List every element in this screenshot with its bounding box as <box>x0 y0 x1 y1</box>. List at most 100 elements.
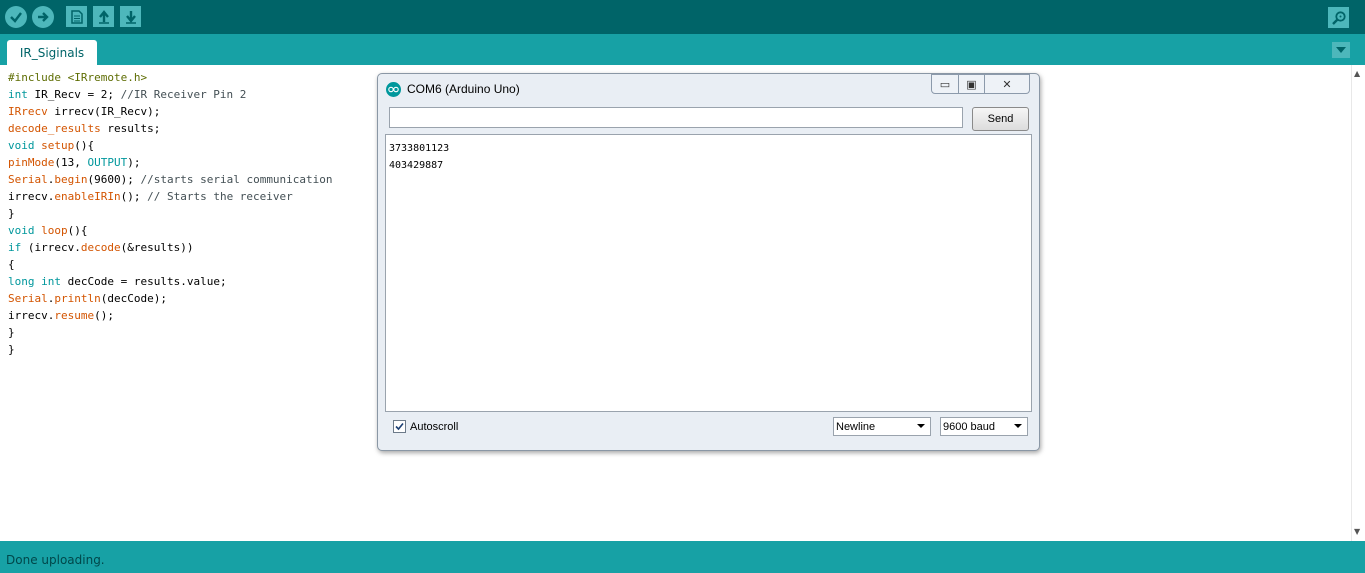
code-line: #include <IRremote.h> <box>8 69 333 86</box>
code-line: } <box>8 205 333 222</box>
code-token: void <box>8 224 35 237</box>
code-token: loop <box>41 224 68 237</box>
code-token: decCode = results.value; <box>61 275 227 288</box>
code-token: if <box>8 241 22 254</box>
serial-send-input[interactable] <box>389 107 963 128</box>
window-controls: ▭ ▣ ✕ <box>931 74 1032 94</box>
checkbox-checked-icon[interactable] <box>393 420 406 433</box>
code-token: (&results)) <box>120 241 194 254</box>
serial-output-lines: 3733801123 403429887 <box>389 140 449 174</box>
code-token: IR_Recv = 2; <box>27 88 121 101</box>
code-line: irrecv.enableIRIn(); // Starts the recei… <box>8 188 333 205</box>
code-token: enableIRIn <box>54 190 121 203</box>
code-token: results; <box>100 122 161 135</box>
serial-output-area[interactable]: 3733801123 403429887 <box>385 134 1032 412</box>
code-token: OUTPUT <box>87 156 128 169</box>
close-button[interactable]: ✕ <box>985 74 1030 94</box>
autoscroll-checkbox[interactable]: Autoscroll <box>393 420 458 433</box>
code-token: setup <box>41 139 75 152</box>
scroll-down-arrow-icon[interactable]: ▼ <box>1354 527 1360 536</box>
code-line: if (irrecv.decode(&results)) <box>8 239 333 256</box>
code-token: decode <box>80 241 121 254</box>
tab-ir-siginals[interactable]: IR_Siginals <box>7 40 97 65</box>
code-token: } <box>8 343 15 356</box>
new-file-icon <box>70 9 83 24</box>
code-token: (irrecv. <box>21 241 81 254</box>
code-token: #include <IRremote.h> <box>8 71 148 84</box>
code-line: pinMode(13, OUTPUT); <box>8 154 333 171</box>
code-line: irrecv.resume(); <box>8 307 333 324</box>
code-token: (9600); <box>87 173 141 186</box>
code-line: Serial.println(decCode); <box>8 290 333 307</box>
code-line: IRrecv irrecv(IR_Recv); <box>8 103 333 120</box>
maximize-icon: ▣ <box>966 77 977 91</box>
upload-button[interactable] <box>32 6 54 28</box>
new-sketch-button[interactable] <box>66 6 87 27</box>
chevron-down-icon <box>1336 47 1346 53</box>
code-token: (){ <box>74 139 95 152</box>
baud-rate-select[interactable]: 9600 baud <box>940 417 1028 436</box>
code-token: (13, <box>54 156 88 169</box>
line-ending-value: Newline <box>836 420 876 433</box>
code-token: Serial <box>8 173 48 186</box>
code-token: //starts serial communication <box>140 173 333 186</box>
status-bar: Done uploading. <box>0 541 1365 573</box>
autoscroll-label: Autoscroll <box>410 420 459 433</box>
code-token: Serial <box>8 292 48 305</box>
code-token: ); <box>127 156 141 169</box>
toolbar <box>0 0 1365 34</box>
code-line: void setup(){ <box>8 137 333 154</box>
code-text: #include <IRremote.h> int IR_Recv = 2; //… <box>8 69 333 358</box>
dropdown-arrow-icon <box>1014 424 1022 428</box>
code-line: { <box>8 256 333 273</box>
code-token: long <box>8 275 35 288</box>
code-token: irrecv(IR_Recv); <box>47 105 161 118</box>
code-token: (decCode); <box>100 292 167 305</box>
serial-monitor-window: COM6 (Arduino Uno) ▭ ▣ ✕ Send 3733801123… <box>377 73 1040 451</box>
code-token: (){ <box>67 224 88 237</box>
code-token: (); <box>120 190 148 203</box>
code-token: // Starts the receiver <box>147 190 293 203</box>
code-token: (); <box>94 309 114 322</box>
code-line: void loop(){ <box>8 222 333 239</box>
serial-output-line: 403429887 <box>389 160 444 171</box>
maximize-button[interactable]: ▣ <box>959 74 985 94</box>
arrow-down-icon <box>125 10 136 24</box>
arrow-up-icon <box>98 9 109 24</box>
status-message: Done uploading. <box>6 553 105 567</box>
code-token: int <box>41 275 61 288</box>
code-token: irrecv. <box>8 190 55 203</box>
send-button[interactable]: Send <box>972 107 1029 131</box>
arduino-logo-icon <box>386 81 401 97</box>
tab-bar: IR_Siginals <box>0 34 1365 65</box>
magnifier-icon <box>1331 10 1346 25</box>
code-token: //IR Receiver Pin 2 <box>120 88 247 101</box>
code-line: decode_results results; <box>8 120 333 137</box>
window-title-bar: COM6 (Arduino Uno) <box>386 80 520 98</box>
code-line: Serial.begin(9600); //starts serial comm… <box>8 171 333 188</box>
scroll-up-arrow-icon[interactable]: ▲ <box>1354 69 1360 78</box>
code-token: resume <box>54 309 95 322</box>
code-token: int <box>8 88 28 101</box>
open-button[interactable] <box>93 6 114 27</box>
close-icon: ✕ <box>1002 77 1012 91</box>
code-line: long int decCode = results.value; <box>8 273 333 290</box>
code-token: } <box>8 326 15 339</box>
verify-button[interactable] <box>5 6 27 28</box>
code-line: int IR_Recv = 2; //IR Receiver Pin 2 <box>8 86 333 103</box>
code-token: pinMode <box>8 156 55 169</box>
minimize-icon: ▭ <box>939 77 951 91</box>
baud-rate-value: 9600 baud <box>943 420 995 433</box>
serial-monitor-button[interactable] <box>1328 7 1349 28</box>
editor-scrollbar[interactable]: ▲ ▼ <box>1351 65 1365 541</box>
minimize-button[interactable]: ▭ <box>931 74 959 94</box>
serial-output-line: 3733801123 <box>389 143 450 154</box>
code-token: IRrecv <box>8 105 48 118</box>
save-button[interactable] <box>120 6 141 27</box>
arrow-right-icon <box>38 12 49 22</box>
code-line: } <box>8 341 333 358</box>
code-token: println <box>54 292 101 305</box>
code-line: } <box>8 324 333 341</box>
line-ending-select[interactable]: Newline <box>833 417 931 436</box>
tab-menu-button[interactable] <box>1332 42 1350 58</box>
